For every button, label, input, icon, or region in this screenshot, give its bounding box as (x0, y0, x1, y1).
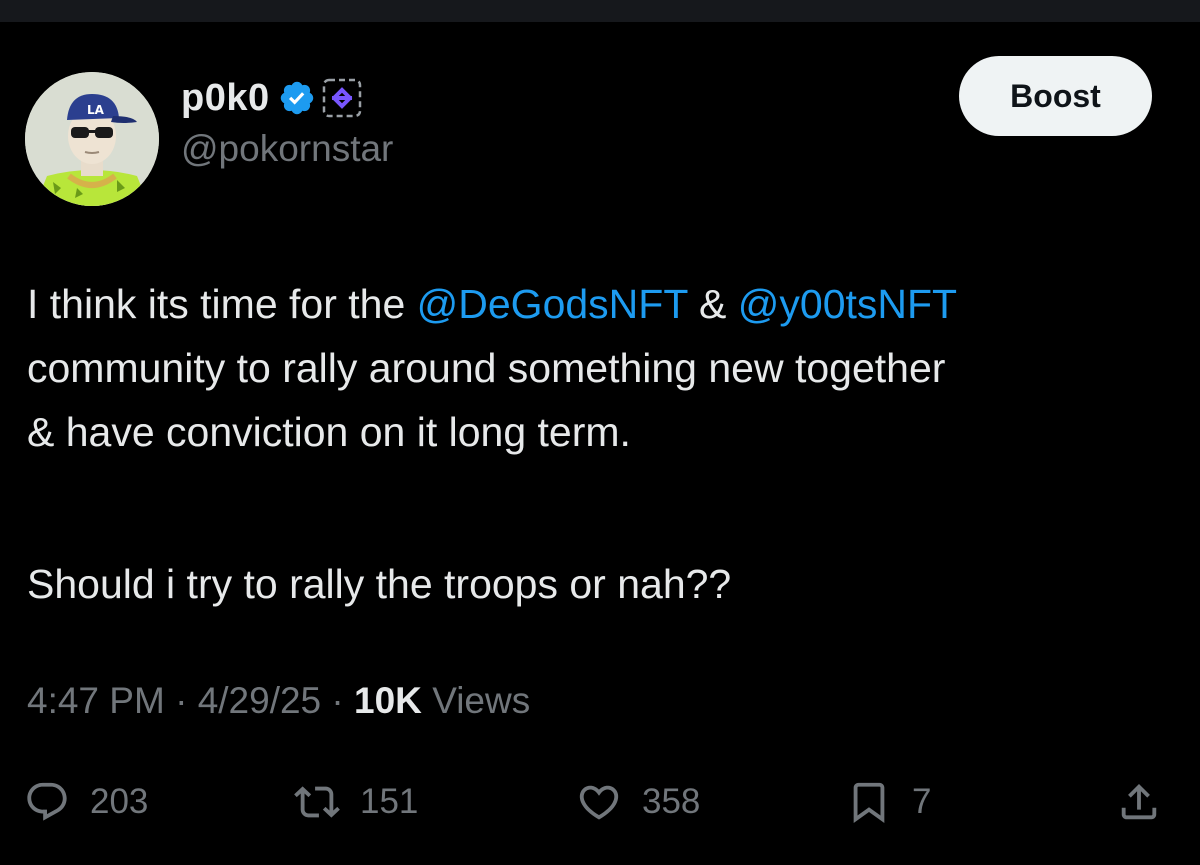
share-button[interactable] (1116, 770, 1162, 834)
avatar-image: LA (25, 72, 159, 206)
tweet-line-3: & have conviction on it long term. (27, 409, 631, 455)
tweet-text-segment: I think its time for the (27, 281, 417, 327)
author-display-name[interactable]: p0k0 (181, 77, 270, 120)
repost-button[interactable]: 151 (294, 770, 418, 834)
avatar[interactable]: LA (25, 72, 159, 206)
like-count: 358 (642, 782, 701, 821)
views-label: Views (421, 680, 531, 721)
svg-text:LA: LA (87, 103, 105, 117)
author-handle[interactable]: @pokornstar (181, 128, 393, 170)
tweet-text-segment: & (687, 281, 738, 327)
reply-button[interactable]: 203 (24, 770, 148, 834)
boost-button[interactable]: Boost (959, 56, 1152, 136)
meta-separator: · (321, 680, 355, 721)
tweet-date[interactable]: 4/29/25 (198, 680, 321, 721)
reply-icon (27, 782, 67, 821)
tweet-line-1: I think its time for the @DeGodsNFT & @y… (27, 272, 1187, 336)
like-button[interactable]: 358 (576, 770, 700, 834)
tweet-time[interactable]: 4:47 PM (27, 680, 165, 721)
meta-separator: · (164, 680, 198, 721)
heart-icon (579, 785, 619, 820)
tweet-line-4: Should i try to rally the troops or nah?… (27, 561, 732, 607)
affiliate-badge-icon (322, 78, 361, 118)
author-name-row: p0k0 (181, 74, 362, 122)
bookmark-icon (853, 782, 885, 823)
tweet-metadata: 4:47 PM · 4/29/25 · 10K Views (27, 680, 530, 722)
action-bar: 203 151 358 7 (0, 770, 1200, 834)
share-icon (1121, 783, 1157, 820)
bookmark-count: 7 (912, 782, 932, 821)
top-bar (0, 0, 1200, 22)
repost-count: 151 (360, 782, 419, 821)
verified-badge-icon (280, 81, 313, 115)
reply-count: 203 (90, 782, 149, 821)
mention-degods-link[interactable]: @DeGodsNFT (417, 281, 688, 327)
repost-icon (294, 786, 340, 818)
mention-y00ts-link[interactable]: @y00tsNFT (738, 281, 957, 327)
tweet-text: I think its time for the @DeGodsNFT & @y… (27, 272, 1187, 616)
bookmark-button[interactable]: 7 (846, 770, 931, 834)
tweet-line-2: community to rally around something new … (27, 345, 946, 391)
views-count: 10K (354, 680, 422, 721)
